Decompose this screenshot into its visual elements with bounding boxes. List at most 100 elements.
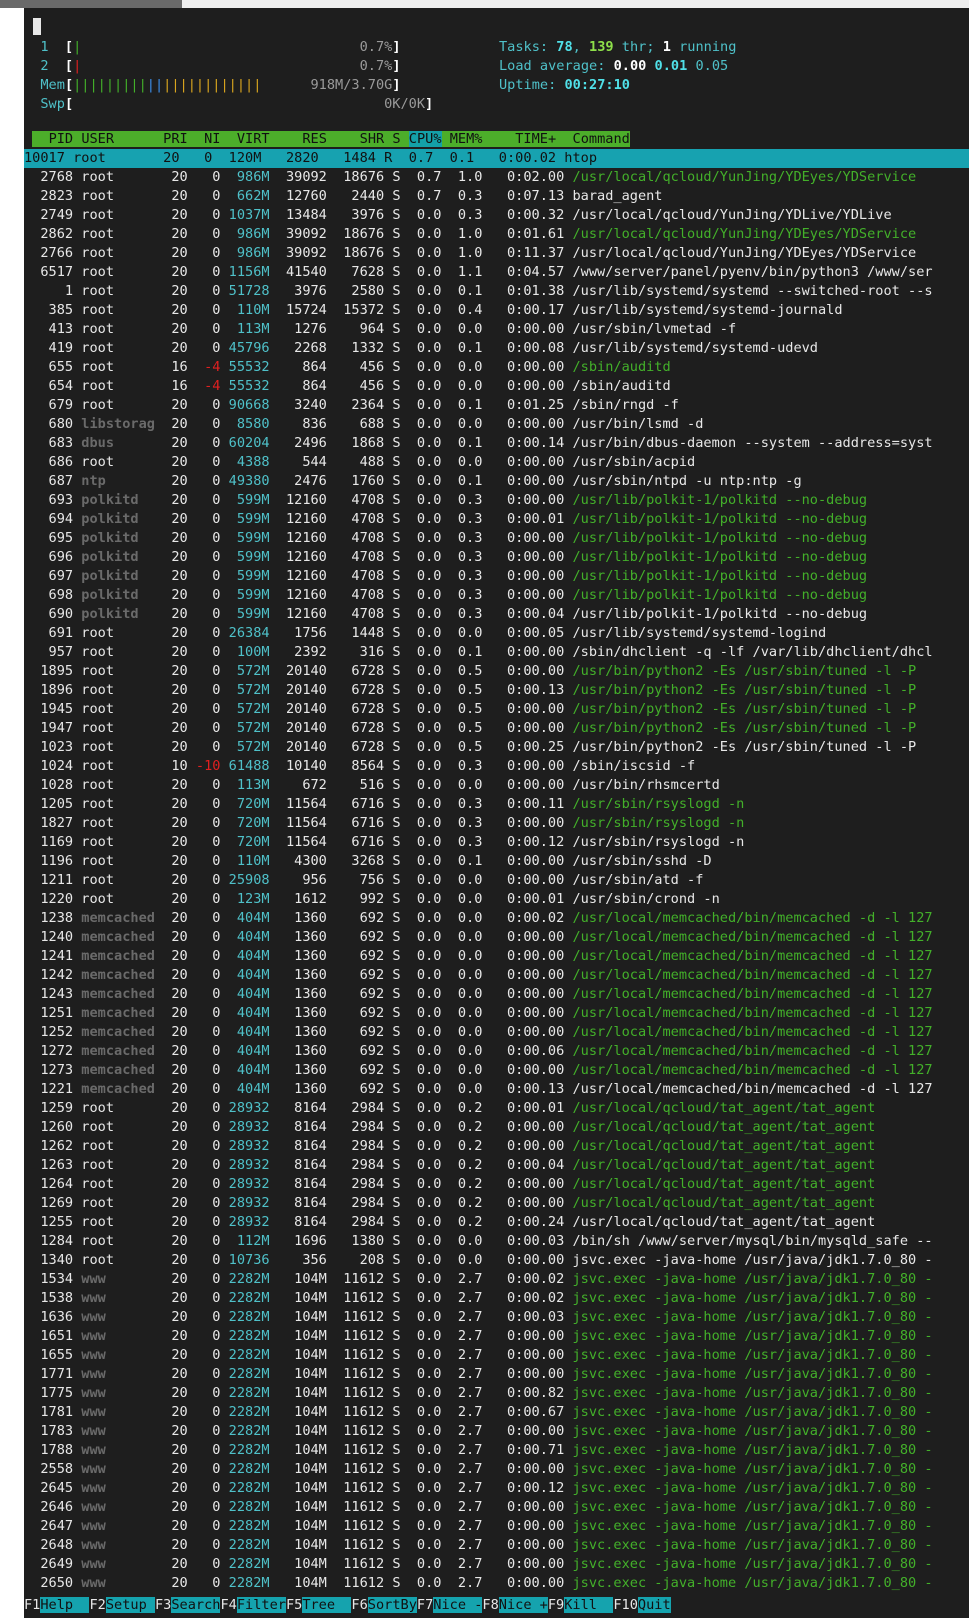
process-row[interactable]: 1023 root 20 0 572M 20140 6728 S 0.0 0.5… [24, 738, 969, 757]
col-time[interactable]: TIME+ [515, 131, 556, 147]
process-row[interactable]: 1538 www 20 0 2282M 104M 11612 S 0.0 2.7… [24, 1289, 969, 1308]
fkey-f3[interactable]: F3 [155, 1597, 171, 1613]
fkey-label-f4[interactable]: Filter [236, 1597, 286, 1613]
process-row[interactable]: 1269 root 20 0 28932 8164 2984 S 0.0 0.2… [24, 1194, 969, 1213]
col-mem[interactable]: MEM% [450, 131, 483, 147]
fkey-label-f7[interactable]: Nice - [433, 1597, 483, 1613]
process-row[interactable]: 1945 root 20 0 572M 20140 6728 S 0.0 0.5… [24, 700, 969, 719]
process-row[interactable]: 693 polkitd 20 0 599M 12160 4708 S 0.0 0… [24, 491, 969, 510]
window-tab[interactable] [0, 0, 182, 8]
process-row[interactable]: 1259 root 20 0 28932 8164 2984 S 0.0 0.2… [24, 1099, 969, 1118]
process-row[interactable]: 1169 root 20 0 720M 11564 6716 S 0.0 0.3… [24, 833, 969, 852]
process-row[interactable]: 1028 root 20 0 113M 672 516 S 0.0 0.0 0:… [24, 776, 969, 795]
process-row[interactable]: 1781 www 20 0 2282M 104M 11612 S 0.0 2.7… [24, 1403, 969, 1422]
process-row[interactable]: 2649 www 20 0 2282M 104M 11612 S 0.0 2.7… [24, 1555, 969, 1574]
process-row[interactable]: 2862 root 20 0 986M 39092 18676 S 0.0 1.… [24, 225, 969, 244]
process-row[interactable]: 1783 www 20 0 2282M 104M 11612 S 0.0 2.7… [24, 1422, 969, 1441]
process-row[interactable]: 1205 root 20 0 720M 11564 6716 S 0.0 0.3… [24, 795, 969, 814]
col-command[interactable]: Command [573, 131, 630, 147]
process-row[interactable]: 1273 memcached 20 0 404M 1360 692 S 0.0 … [24, 1061, 969, 1080]
process-row[interactable]: 696 polkitd 20 0 599M 12160 4708 S 0.0 0… [24, 548, 969, 567]
process-row[interactable]: 1196 root 20 0 110M 4300 3268 S 0.0 0.1 … [24, 852, 969, 871]
process-row[interactable]: 2558 www 20 0 2282M 104M 11612 S 0.0 2.7… [24, 1460, 969, 1479]
fkey-label-f3[interactable]: Search [171, 1597, 221, 1613]
process-row[interactable]: 683 dbus 20 0 60204 2496 1868 S 0.0 0.1 … [24, 434, 969, 453]
col-shr[interactable]: SHR [360, 131, 385, 147]
process-row[interactable]: 2647 www 20 0 2282M 104M 11612 S 0.0 2.7… [24, 1517, 969, 1536]
fkey-label-f5[interactable]: Tree [302, 1597, 352, 1613]
process-row[interactable]: 1651 www 20 0 2282M 104M 11612 S 0.0 2.7… [24, 1327, 969, 1346]
process-row[interactable]: 1251 memcached 20 0 404M 1360 692 S 0.0 … [24, 1004, 969, 1023]
process-row[interactable]: 1636 www 20 0 2282M 104M 11612 S 0.0 2.7… [24, 1308, 969, 1327]
fkey-f2[interactable]: F2 [89, 1597, 105, 1613]
process-row[interactable]: 1771 www 20 0 2282M 104M 11612 S 0.0 2.7… [24, 1365, 969, 1384]
fkey-f10[interactable]: F10 [613, 1597, 638, 1613]
process-row[interactable]: 1255 root 20 0 28932 8164 2984 S 0.0 0.2… [24, 1213, 969, 1232]
terminal-window[interactable]: 1 [| 0.7%] 2 [| 0.7%] Mem[||||||||||||||… [24, 8, 969, 1618]
process-row[interactable]: 2749 root 20 0 1037M 13484 3976 S 0.0 0.… [24, 206, 969, 225]
process-row[interactable]: 6517 root 20 0 1156M 41540 7628 S 0.0 1.… [24, 263, 969, 282]
fkey-label-f2[interactable]: Setup [105, 1597, 155, 1613]
fkey-f9[interactable]: F9 [548, 1597, 564, 1613]
fkey-f8[interactable]: F8 [482, 1597, 498, 1613]
process-row[interactable]: 690 polkitd 20 0 599M 12160 4708 S 0.0 0… [24, 605, 969, 624]
process-row[interactable]: 2648 www 20 0 2282M 104M 11612 S 0.0 2.7… [24, 1536, 969, 1555]
process-row[interactable]: 413 root 20 0 113M 1276 964 S 0.0 0.0 0:… [24, 320, 969, 339]
process-row[interactable]: 1240 memcached 20 0 404M 1360 692 S 0.0 … [24, 928, 969, 947]
col-ni[interactable]: NI [204, 131, 220, 147]
process-row[interactable]: 1241 memcached 20 0 404M 1360 692 S 0.0 … [24, 947, 969, 966]
process-row[interactable]: 679 root 20 0 90668 3240 2364 S 0.0 0.1 … [24, 396, 969, 415]
col-pid[interactable]: PID [49, 131, 74, 147]
process-row[interactable]: 957 root 20 0 100M 2392 316 S 0.0 0.1 0:… [24, 643, 969, 662]
col-user[interactable]: USER [81, 131, 114, 147]
fkey-f5[interactable]: F5 [286, 1597, 302, 1613]
process-row[interactable]: 1895 root 20 0 572M 20140 6728 S 0.0 0.5… [24, 662, 969, 681]
fkey-label-f8[interactable]: Nice + [498, 1597, 548, 1613]
process-row[interactable]: 419 root 20 0 45796 2268 1332 S 0.0 0.1 … [24, 339, 969, 358]
col-cpu-sorted[interactable]: CPU% [408, 131, 442, 147]
process-row[interactable]: 1024 root 10 -10 61488 10140 8564 S 0.0 … [24, 757, 969, 776]
process-row[interactable]: 1243 memcached 20 0 404M 1360 692 S 0.0 … [24, 985, 969, 1004]
process-row[interactable]: 1775 www 20 0 2282M 104M 11612 S 0.0 2.7… [24, 1384, 969, 1403]
process-row[interactable]: 2645 www 20 0 2282M 104M 11612 S 0.0 2.7… [24, 1479, 969, 1498]
process-row[interactable]: 2768 root 20 0 986M 39092 18676 S 0.7 1.… [24, 168, 969, 187]
col-res[interactable]: RES [302, 131, 327, 147]
fkey-label-f1[interactable]: Help [40, 1597, 90, 1613]
process-row[interactable]: 2650 www 20 0 2282M 104M 11612 S 0.0 2.7… [24, 1574, 969, 1593]
process-row[interactable]: 697 polkitd 20 0 599M 12160 4708 S 0.0 0… [24, 567, 969, 586]
process-row[interactable]: 1252 memcached 20 0 404M 1360 692 S 0.0 … [24, 1023, 969, 1042]
fkey-label-f9[interactable]: Kill [564, 1597, 614, 1613]
col-virt[interactable]: VIRT [237, 131, 270, 147]
process-row[interactable]: 2766 root 20 0 986M 39092 18676 S 0.0 1.… [24, 244, 969, 263]
process-row[interactable]: 1340 root 20 0 10736 356 208 S 0.0 0.0 0… [24, 1251, 969, 1270]
fkey-label-f6[interactable]: SortBy [367, 1597, 417, 1613]
process-row[interactable]: 1272 memcached 20 0 404M 1360 692 S 0.0 … [24, 1042, 969, 1061]
process-row[interactable]: 1263 root 20 0 28932 8164 2984 S 0.0 0.2… [24, 1156, 969, 1175]
process-row[interactable]: 1260 root 20 0 28932 8164 2984 S 0.0 0.2… [24, 1118, 969, 1137]
process-row[interactable]: 686 root 20 0 4388 544 488 S 0.0 0.0 0:0… [24, 453, 969, 472]
process-row[interactable]: 1238 memcached 20 0 404M 1360 692 S 0.0 … [24, 909, 969, 928]
process-row[interactable]: 1264 root 20 0 28932 8164 2984 S 0.0 0.2… [24, 1175, 969, 1194]
process-row[interactable]: 1262 root 20 0 28932 8164 2984 S 0.0 0.2… [24, 1137, 969, 1156]
process-row[interactable]: 1827 root 20 0 720M 11564 6716 S 0.0 0.3… [24, 814, 969, 833]
process-row[interactable]: 691 root 20 0 26384 1756 1448 S 0.0 0.0 … [24, 624, 969, 643]
fkey-f6[interactable]: F6 [351, 1597, 367, 1613]
process-row[interactable]: 1221 memcached 20 0 404M 1360 692 S 0.0 … [24, 1080, 969, 1099]
col-state[interactable]: S [392, 131, 400, 147]
process-row[interactable]: 10017 root 20 0 120M 2820 1484 R 0.7 0.1… [24, 149, 969, 168]
process-row[interactable]: 1788 www 20 0 2282M 104M 11612 S 0.0 2.7… [24, 1441, 969, 1460]
process-row[interactable]: 1 root 20 0 51728 3976 2580 S 0.0 0.1 0:… [24, 282, 969, 301]
process-row[interactable]: 1284 root 20 0 112M 1696 1380 S 0.0 0.0 … [24, 1232, 969, 1251]
process-row[interactable]: 1242 memcached 20 0 404M 1360 692 S 0.0 … [24, 966, 969, 985]
process-row[interactable]: 385 root 20 0 110M 15724 15372 S 0.0 0.4… [24, 301, 969, 320]
process-row[interactable]: 1655 www 20 0 2282M 104M 11612 S 0.0 2.7… [24, 1346, 969, 1365]
fkey-label-f10[interactable]: Quit [637, 1597, 671, 1613]
process-row[interactable]: 1534 www 20 0 2282M 104M 11612 S 0.0 2.7… [24, 1270, 969, 1289]
process-row[interactable]: 2823 root 20 0 662M 12760 2440 S 0.7 0.3… [24, 187, 969, 206]
col-pri[interactable]: PRI [163, 131, 188, 147]
process-row[interactable]: 2646 www 20 0 2282M 104M 11612 S 0.0 2.7… [24, 1498, 969, 1517]
process-row[interactable]: 694 polkitd 20 0 599M 12160 4708 S 0.0 0… [24, 510, 969, 529]
process-row[interactable]: 655 root 16 -4 55532 864 456 S 0.0 0.0 0… [24, 358, 969, 377]
process-row[interactable]: 1947 root 20 0 572M 20140 6728 S 0.0 0.5… [24, 719, 969, 738]
process-table-header[interactable]: PID USER PRI NI VIRT RES SHR S CPU% MEM%… [24, 130, 969, 149]
